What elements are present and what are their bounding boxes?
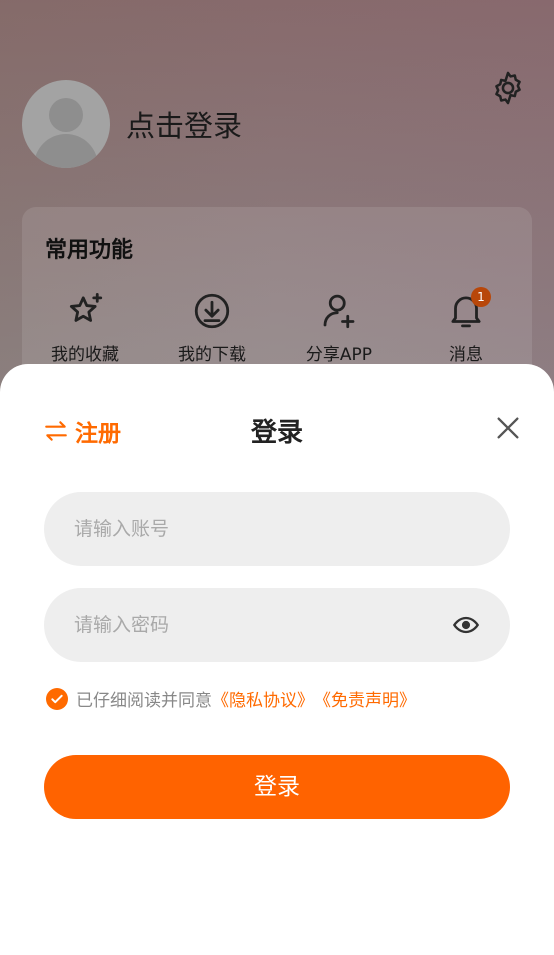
avatar-body [34,134,98,168]
feature-favorites[interactable]: 我的收藏 [25,290,145,365]
eye-icon[interactable] [452,611,480,639]
avatar-head [49,98,83,132]
login-prompt[interactable]: 点击登录 [126,106,242,146]
feature-label: 分享APP [305,345,373,365]
checkmark-icon [51,694,63,703]
privacy-link[interactable]: 《隐私协议》 [212,686,314,711]
login-button[interactable]: 登录 [44,755,510,819]
add-user-icon [323,294,355,329]
agreement-row: 已仔细阅读并同意 《隐私协议》 《免责声明》 [46,686,416,711]
agree-checkbox[interactable] [46,687,68,710]
star-icon [69,292,103,322]
features-title: 常用功能 [45,238,134,263]
message-count-badge: 1 [471,287,491,307]
sheet-title: 登录 [250,418,303,448]
feature-messages[interactable]: 1 消息 [406,287,526,365]
avatar[interactable] [22,80,110,168]
feature-share-app[interactable]: 分享APP [279,290,399,365]
feature-label: 我的收藏 [51,345,119,365]
download-icon [194,293,230,329]
account-field [44,492,510,566]
close-icon[interactable] [494,414,522,442]
feature-label: 我的下载 [178,345,246,365]
settings-gear-icon[interactable] [489,69,527,107]
disclaimer-link[interactable]: 《免责声明》 [314,686,416,711]
bell-icon-wrap: 1 [445,287,491,332]
account-input[interactable] [74,518,480,540]
feature-downloads[interactable]: 我的下载 [152,290,272,365]
password-input[interactable] [74,614,452,636]
password-field [44,588,510,662]
agree-text: 已仔细阅读并同意 [76,691,212,711]
feature-label: 消息 [449,345,483,365]
